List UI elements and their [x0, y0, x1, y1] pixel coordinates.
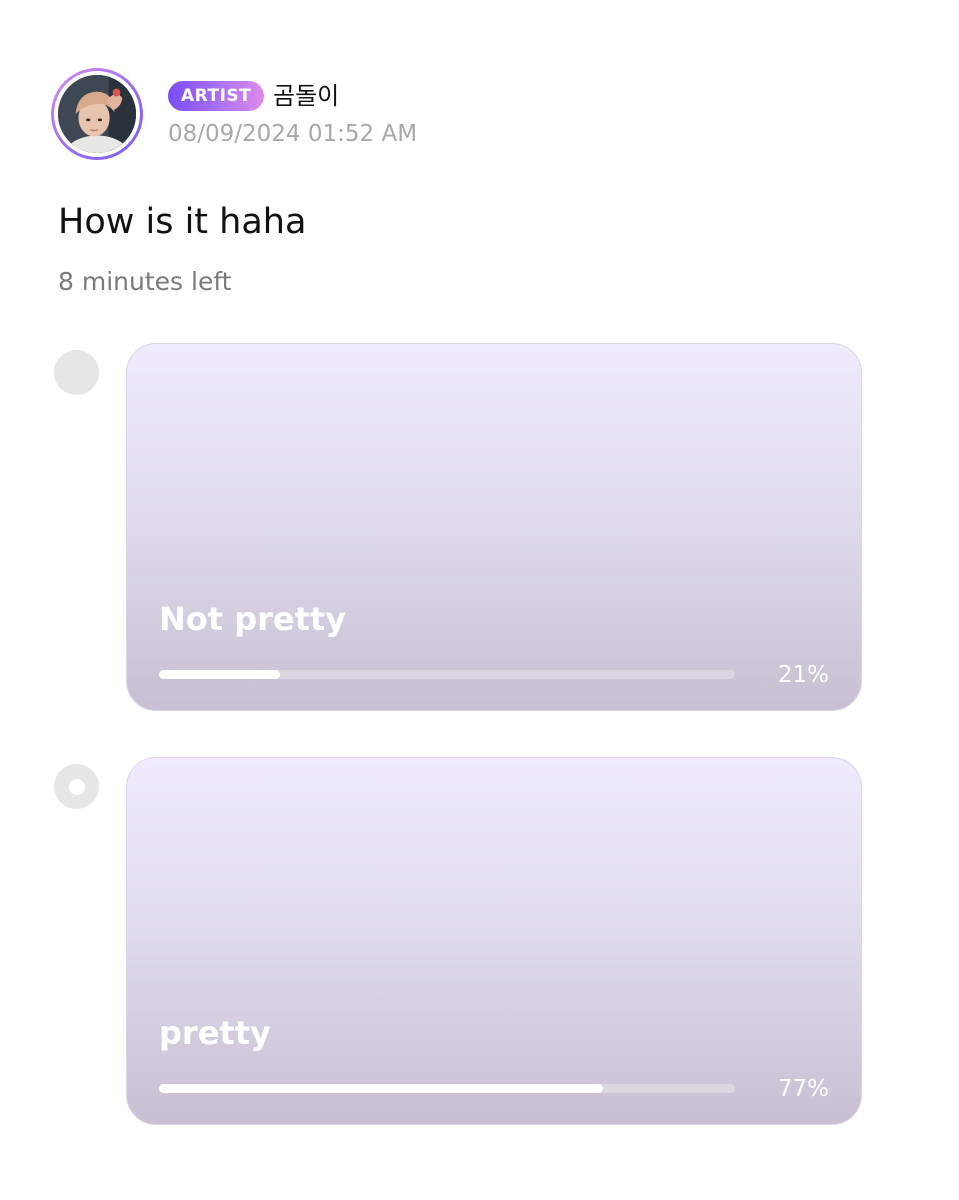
- radio-empty-icon[interactable]: [54, 350, 99, 395]
- author-name[interactable]: 곰돌이: [273, 80, 339, 112]
- poll-option-pretty[interactable]: pretty 77%: [126, 757, 862, 1125]
- poll-post: ARTIST 곰돌이 08/09/2024 01:52 AM How is it…: [0, 0, 959, 1200]
- radio-selected-icon[interactable]: [54, 764, 99, 809]
- profile-photo: [58, 75, 136, 153]
- poll-time-left: 8 minutes left: [58, 267, 232, 296]
- poll-option-percent: 77%: [777, 1076, 829, 1102]
- poll-result-fill: [159, 1084, 603, 1093]
- poll-option-label: pretty: [159, 1014, 271, 1052]
- post-timestamp: 08/09/2024 01:52 AM: [168, 121, 418, 147]
- poll-result-bar: [159, 670, 735, 679]
- poll-option-label: Not pretty: [159, 600, 347, 638]
- poll-option-not-pretty[interactable]: Not pretty 21%: [126, 343, 862, 711]
- avatar[interactable]: [51, 68, 143, 160]
- poll-result-bar: [159, 1084, 735, 1093]
- poll-question: How is it haha: [58, 202, 307, 242]
- artist-badge: ARTIST: [168, 81, 265, 111]
- poll-result-fill: [159, 670, 280, 679]
- poll-option-percent: 21%: [777, 662, 829, 688]
